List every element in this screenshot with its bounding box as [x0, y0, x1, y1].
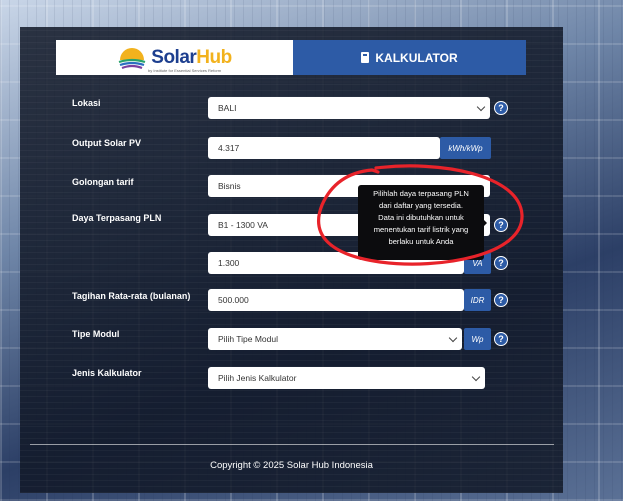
- red-annotation-circle: [317, 164, 524, 266]
